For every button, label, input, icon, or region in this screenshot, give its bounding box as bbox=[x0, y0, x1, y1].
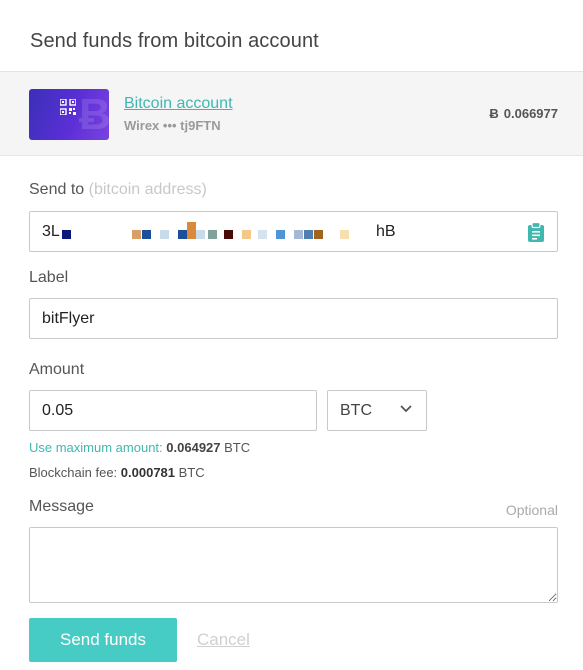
redaction-block bbox=[62, 230, 71, 239]
address-input[interactable]: 3L hB bbox=[29, 211, 558, 252]
message-textarea[interactable] bbox=[29, 527, 558, 603]
send-funds-button[interactable]: Send funds bbox=[29, 618, 177, 662]
label-field-label: Label bbox=[29, 269, 69, 286]
redaction-block bbox=[314, 230, 323, 239]
currency-select[interactable]: BTC bbox=[327, 390, 427, 431]
fee-value: 0.000781 bbox=[120, 465, 176, 480]
amount-input[interactable]: 0.05 bbox=[29, 390, 317, 431]
message-label: Message bbox=[29, 498, 94, 515]
fee-prefix: Blockchain fee: bbox=[29, 465, 118, 480]
redaction-block bbox=[132, 230, 141, 239]
fee-unit: BTC bbox=[178, 465, 205, 480]
redaction-block bbox=[276, 230, 285, 239]
currency-value: BTC bbox=[340, 402, 372, 419]
amount-label: Amount bbox=[29, 361, 85, 378]
redaction-block bbox=[142, 230, 151, 239]
account-balance: Ƀ 0.066977 bbox=[489, 106, 558, 121]
redaction-block bbox=[208, 230, 217, 239]
max-unit: BTC bbox=[224, 440, 251, 455]
redaction-block bbox=[178, 230, 187, 239]
account-card: Ƀ bbox=[29, 89, 109, 140]
redaction-block bbox=[258, 230, 267, 239]
redaction-block bbox=[242, 230, 251, 239]
send-to-label-text: Send to bbox=[29, 181, 85, 198]
max-value: 0.064927 bbox=[166, 440, 221, 455]
max-prefix: Use maximum amount: bbox=[29, 440, 163, 455]
account-name-link[interactable]: Bitcoin account bbox=[124, 95, 233, 113]
redaction-block bbox=[160, 230, 169, 239]
blockchain-fee: Blockchain fee: 0.000781 BTC bbox=[29, 465, 205, 480]
clipboard-icon[interactable] bbox=[527, 222, 545, 242]
optional-hint: Optional bbox=[505, 502, 558, 518]
account-subtitle: Wirex ••• tj9FTN bbox=[124, 118, 221, 133]
modal-header: Send funds from bitcoin account bbox=[0, 0, 583, 72]
bitcoin-watermark-icon: Ƀ bbox=[79, 90, 109, 139]
redaction-block bbox=[294, 230, 303, 239]
send-to-hint: (bitcoin address) bbox=[88, 181, 207, 198]
bitcoin-symbol-icon: Ƀ bbox=[489, 106, 499, 121]
redaction-block bbox=[196, 230, 205, 239]
address-start: 3L bbox=[42, 223, 60, 240]
label-input[interactable]: bitFlyer bbox=[29, 298, 558, 339]
redaction-block bbox=[304, 230, 313, 239]
chevron-down-icon bbox=[400, 405, 412, 413]
qr-code-icon bbox=[60, 99, 76, 115]
modal-title: Send funds from bitcoin account bbox=[30, 30, 319, 52]
cancel-link[interactable]: Cancel bbox=[197, 630, 250, 650]
address-end: hB bbox=[376, 223, 396, 240]
redaction-block bbox=[187, 222, 196, 239]
account-summary: Ƀ Bitcoin account Wirex ••• tj9FTN Ƀ 0.06… bbox=[0, 72, 583, 156]
redaction-block bbox=[340, 230, 349, 239]
redaction-block bbox=[224, 230, 233, 239]
balance-value: 0.066977 bbox=[503, 106, 558, 121]
use-max-amount-link[interactable]: Use maximum amount: 0.064927 BTC bbox=[29, 440, 250, 455]
send-to-label: Send to (bitcoin address) bbox=[29, 181, 207, 199]
